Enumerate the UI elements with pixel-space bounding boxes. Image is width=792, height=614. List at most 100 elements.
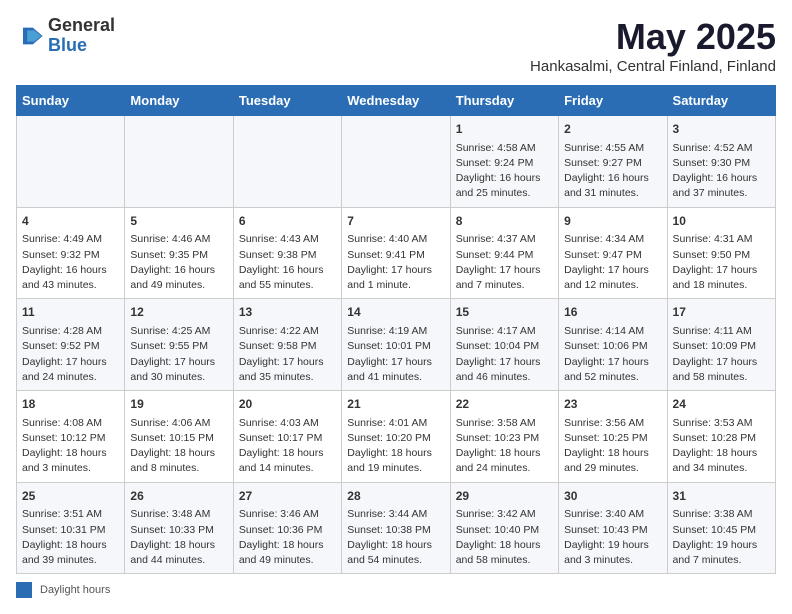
logo-blue-text: Blue — [48, 36, 115, 56]
calendar-table: SundayMondayTuesdayWednesdayThursdayFrid… — [16, 85, 776, 574]
calendar-cell: 4Sunrise: 4:49 AM Sunset: 9:32 PM Daylig… — [17, 207, 125, 299]
header-day-wednesday: Wednesday — [342, 86, 450, 116]
day-number: 26 — [130, 488, 227, 505]
day-number: 5 — [130, 213, 227, 230]
day-number: 17 — [673, 304, 770, 321]
header-day-sunday: Sunday — [17, 86, 125, 116]
day-number: 14 — [347, 304, 444, 321]
day-number: 15 — [456, 304, 553, 321]
calendar-cell: 14Sunrise: 4:19 AM Sunset: 10:01 PM Dayl… — [342, 299, 450, 391]
calendar-cell: 8Sunrise: 4:37 AM Sunset: 9:44 PM Daylig… — [450, 207, 558, 299]
cell-content: Sunrise: 3:46 AM Sunset: 10:36 PM Daylig… — [239, 507, 336, 568]
calendar-week-5: 25Sunrise: 3:51 AM Sunset: 10:31 PM Dayl… — [17, 482, 776, 574]
day-number: 22 — [456, 396, 553, 413]
cell-content: Sunrise: 4:22 AM Sunset: 9:58 PM Dayligh… — [239, 324, 336, 385]
cell-content: Sunrise: 4:46 AM Sunset: 9:35 PM Dayligh… — [130, 232, 227, 293]
day-number: 13 — [239, 304, 336, 321]
logo-text: General Blue — [48, 16, 115, 56]
cell-content: Sunrise: 4:58 AM Sunset: 9:24 PM Dayligh… — [456, 141, 553, 202]
header: General Blue May 2025 Hankasalmi, Centra… — [16, 16, 776, 75]
calendar-cell — [17, 116, 125, 208]
subtitle: Hankasalmi, Central Finland, Finland — [530, 58, 776, 75]
header-day-tuesday: Tuesday — [233, 86, 341, 116]
cell-content: Sunrise: 4:34 AM Sunset: 9:47 PM Dayligh… — [564, 232, 661, 293]
calendar-cell: 7 Sunrise: 4:40 AM Sunset: 9:41 PM Daylig… — [342, 207, 450, 299]
day-number: 25 — [22, 488, 119, 505]
day-number: 12 — [130, 304, 227, 321]
legend: Daylight hours — [16, 582, 776, 598]
calendar-cell: 29 Sunrise: 3:42 AM Sunset: 10:40 PM Dayl… — [450, 482, 558, 574]
cell-content: Sunrise: 4:06 AM Sunset: 10:15 PM Daylig… — [130, 416, 227, 477]
calendar-cell — [125, 116, 233, 208]
calendar-cell: 5 Sunrise: 4:46 AM Sunset: 9:35 PM Daylig… — [125, 207, 233, 299]
day-number: 18 — [22, 396, 119, 413]
day-number: 7 — [347, 213, 444, 230]
header-day-monday: Monday — [125, 86, 233, 116]
calendar-cell: 13 Sunrise: 4:22 AM Sunset: 9:58 PM Dayli… — [233, 299, 341, 391]
day-number: 19 — [130, 396, 227, 413]
day-number: 4 — [22, 213, 119, 230]
day-number: 2 — [564, 121, 661, 138]
cell-content: Sunrise: 4:52 AM Sunset: 9:30 PM Dayligh… — [673, 141, 770, 202]
legend-label: Daylight hours — [40, 584, 110, 596]
cell-content: Sunrise: 3:53 AM Sunset: 10:28 PM Daylig… — [673, 416, 770, 477]
cell-content: Sunrise: 4:14 AM Sunset: 10:06 PM Daylig… — [564, 324, 661, 385]
calendar-cell: 30 Sunrise: 3:40 AM Sunset: 10:43 PM Dayl… — [559, 482, 667, 574]
day-number: 27 — [239, 488, 336, 505]
calendar-week-3: 11 Sunrise: 4:28 AM Sunset: 9:52 PM Dayli… — [17, 299, 776, 391]
page-wrapper: General Blue May 2025 Hankasalmi, Centra… — [16, 16, 776, 598]
cell-content: Sunrise: 3:40 AM Sunset: 10:43 PM Daylig… — [564, 507, 661, 568]
cell-content: Sunrise: 4:37 AM Sunset: 9:44 PM Dayligh… — [456, 232, 553, 293]
calendar-cell: 6Sunrise: 4:43 AM Sunset: 9:38 PM Daylig… — [233, 207, 341, 299]
day-number: 16 — [564, 304, 661, 321]
day-number: 20 — [239, 396, 336, 413]
day-number: 23 — [564, 396, 661, 413]
calendar-cell — [342, 116, 450, 208]
day-number: 3 — [673, 121, 770, 138]
cell-content: Sunrise: 4:01 AM Sunset: 10:20 PM Daylig… — [347, 416, 444, 477]
calendar-cell: 3 Sunrise: 4:52 AM Sunset: 9:30 PM Daylig… — [667, 116, 775, 208]
day-number: 30 — [564, 488, 661, 505]
day-number: 11 — [22, 304, 119, 321]
calendar-week-4: 18 Sunrise: 4:08 AM Sunset: 10:12 PM Dayl… — [17, 391, 776, 483]
cell-content: Sunrise: 4:31 AM Sunset: 9:50 PM Dayligh… — [673, 232, 770, 293]
header-day-saturday: Saturday — [667, 86, 775, 116]
cell-content: Sunrise: 3:38 AM Sunset: 10:45 PM Daylig… — [673, 507, 770, 568]
calendar-week-2: 4Sunrise: 4:49 AM Sunset: 9:32 PM Daylig… — [17, 207, 776, 299]
cell-content: Sunrise: 4:25 AM Sunset: 9:55 PM Dayligh… — [130, 324, 227, 385]
title-block: May 2025 Hankasalmi, Central Finland, Fi… — [530, 16, 776, 75]
logo-general-text: General — [48, 16, 115, 36]
calendar-cell: 15Sunrise: 4:17 AM Sunset: 10:04 PM Dayl… — [450, 299, 558, 391]
cell-content: Sunrise: 4:08 AM Sunset: 10:12 PM Daylig… — [22, 416, 119, 477]
main-title: May 2025 — [530, 16, 776, 58]
calendar-cell: 10 Sunrise: 4:31 AM Sunset: 9:50 PM Dayli… — [667, 207, 775, 299]
cell-content: Sunrise: 4:40 AM Sunset: 9:41 PM Dayligh… — [347, 232, 444, 293]
cell-content: Sunrise: 4:43 AM Sunset: 9:38 PM Dayligh… — [239, 232, 336, 293]
calendar-cell: 28 Sunrise: 3:44 AM Sunset: 10:38 PM Dayl… — [342, 482, 450, 574]
calendar-cell: 31Sunrise: 3:38 AM Sunset: 10:45 PM Dayl… — [667, 482, 775, 574]
calendar-cell: 2 Sunrise: 4:55 AM Sunset: 9:27 PM Daylig… — [559, 116, 667, 208]
logo-icon — [16, 22, 44, 50]
calendar-cell — [233, 116, 341, 208]
calendar-cell: 11 Sunrise: 4:28 AM Sunset: 9:52 PM Dayli… — [17, 299, 125, 391]
calendar-cell: 16 Sunrise: 4:14 AM Sunset: 10:06 PM Dayl… — [559, 299, 667, 391]
day-number: 9 — [564, 213, 661, 230]
calendar-cell: 24Sunrise: 3:53 AM Sunset: 10:28 PM Dayl… — [667, 391, 775, 483]
calendar-cell: 17Sunrise: 4:11 AM Sunset: 10:09 PM Dayl… — [667, 299, 775, 391]
legend-box — [16, 582, 32, 598]
day-number: 10 — [673, 213, 770, 230]
day-number: 28 — [347, 488, 444, 505]
calendar-cell: 12 Sunrise: 4:25 AM Sunset: 9:55 PM Dayli… — [125, 299, 233, 391]
cell-content: Sunrise: 3:44 AM Sunset: 10:38 PM Daylig… — [347, 507, 444, 568]
calendar-cell: 21Sunrise: 4:01 AM Sunset: 10:20 PM Dayl… — [342, 391, 450, 483]
cell-content: Sunrise: 4:03 AM Sunset: 10:17 PM Daylig… — [239, 416, 336, 477]
calendar-week-1: 1Sunrise: 4:58 AM Sunset: 9:24 PM Daylig… — [17, 116, 776, 208]
cell-content: Sunrise: 3:42 AM Sunset: 10:40 PM Daylig… — [456, 507, 553, 568]
day-number: 29 — [456, 488, 553, 505]
calendar-cell: 19 Sunrise: 4:06 AM Sunset: 10:15 PM Dayl… — [125, 391, 233, 483]
calendar-header-row: SundayMondayTuesdayWednesdayThursdayFrid… — [17, 86, 776, 116]
cell-content: Sunrise: 4:55 AM Sunset: 9:27 PM Dayligh… — [564, 141, 661, 202]
cell-content: Sunrise: 4:28 AM Sunset: 9:52 PM Dayligh… — [22, 324, 119, 385]
calendar-cell: 23Sunrise: 3:56 AM Sunset: 10:25 PM Dayl… — [559, 391, 667, 483]
calendar-cell: 1Sunrise: 4:58 AM Sunset: 9:24 PM Daylig… — [450, 116, 558, 208]
